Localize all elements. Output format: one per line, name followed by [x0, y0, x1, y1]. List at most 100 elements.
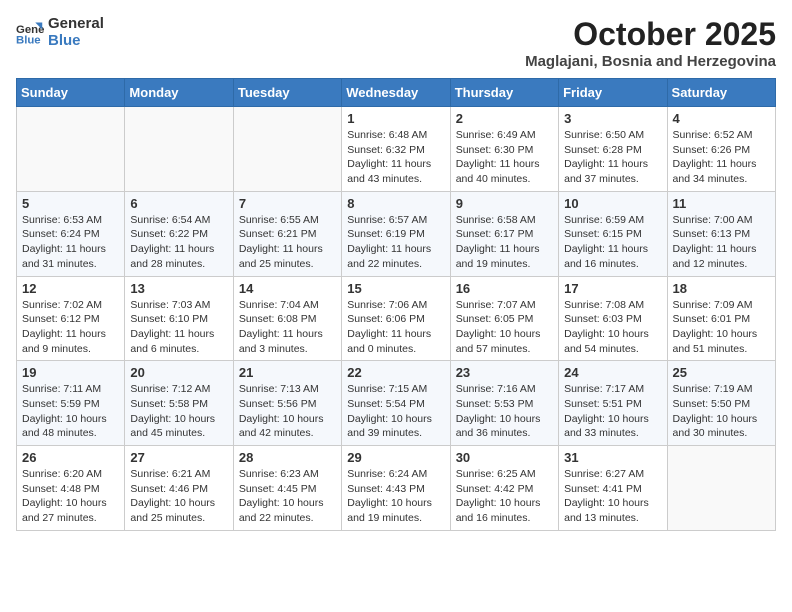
- day-number: 29: [347, 450, 444, 465]
- day-number: 2: [456, 111, 553, 126]
- day-info: Sunrise: 7:08 AM Sunset: 6:03 PM Dayligh…: [564, 298, 661, 357]
- day-number: 16: [456, 281, 553, 296]
- day-info: Sunrise: 7:19 AM Sunset: 5:50 PM Dayligh…: [673, 382, 770, 441]
- day-number: 1: [347, 111, 444, 126]
- calendar-day: 2 Sunrise: 6:49 AM Sunset: 6:30 PM Daylig…: [450, 107, 558, 192]
- day-info: Sunrise: 7:17 AM Sunset: 5:51 PM Dayligh…: [564, 382, 661, 441]
- day-info: Sunrise: 7:06 AM Sunset: 6:06 PM Dayligh…: [347, 298, 444, 357]
- day-info: Sunrise: 6:25 AM Sunset: 4:42 PM Dayligh…: [456, 467, 553, 526]
- calendar-day: 19 Sunrise: 7:11 AM Sunset: 5:59 PM Dayli…: [17, 361, 125, 446]
- weekday-header: Monday: [125, 79, 233, 107]
- calendar-day: 15 Sunrise: 7:06 AM Sunset: 6:06 PM Dayli…: [342, 276, 450, 361]
- svg-text:Blue: Blue: [16, 34, 41, 46]
- day-number: 27: [130, 450, 227, 465]
- day-info: Sunrise: 6:49 AM Sunset: 6:30 PM Dayligh…: [456, 128, 553, 187]
- calendar-day: 5 Sunrise: 6:53 AM Sunset: 6:24 PM Daylig…: [17, 191, 125, 276]
- day-number: 6: [130, 196, 227, 211]
- day-info: Sunrise: 6:58 AM Sunset: 6:17 PM Dayligh…: [456, 213, 553, 272]
- day-number: 9: [456, 196, 553, 211]
- day-info: Sunrise: 6:21 AM Sunset: 4:46 PM Dayligh…: [130, 467, 227, 526]
- day-number: 17: [564, 281, 661, 296]
- location: Maglajani, Bosnia and Herzegovina: [525, 53, 776, 70]
- day-number: 31: [564, 450, 661, 465]
- calendar-day: 7Sunrise: 6:55 AM Sunset: 6:21 PM Daylig…: [233, 191, 341, 276]
- calendar-header-row: SundayMondayTuesdayWednesdayThursdayFrid…: [17, 79, 776, 107]
- day-info: Sunrise: 6:50 AM Sunset: 6:28 PM Dayligh…: [564, 128, 661, 187]
- day-number: 24: [564, 365, 661, 380]
- calendar-day: 26 Sunrise: 6:20 AM Sunset: 4:48 PM Dayli…: [17, 446, 125, 531]
- calendar-day: 17 Sunrise: 7:08 AM Sunset: 6:03 PM Dayli…: [559, 276, 667, 361]
- calendar-day: 18 Sunrise: 7:09 AM Sunset: 6:01 PM Dayli…: [667, 276, 775, 361]
- day-info: Sunrise: 7:00 AM Sunset: 6:13 PM Dayligh…: [673, 213, 770, 272]
- day-number: 26: [22, 450, 119, 465]
- day-number: 20: [130, 365, 227, 380]
- day-number: 4: [673, 111, 770, 126]
- day-info: Sunrise: 7:12 AM Sunset: 5:58 PM Dayligh…: [130, 382, 227, 441]
- calendar-day: 29 Sunrise: 6:24 AM Sunset: 4:43 PM Dayli…: [342, 446, 450, 531]
- day-number: 18: [673, 281, 770, 296]
- calendar-day: 12 Sunrise: 7:02 AM Sunset: 6:12 PM Dayli…: [17, 276, 125, 361]
- calendar-week-row: 12 Sunrise: 7:02 AM Sunset: 6:12 PM Dayli…: [17, 276, 776, 361]
- day-number: 19: [22, 365, 119, 380]
- calendar-day: 28Sunrise: 6:23 AM Sunset: 4:45 PM Dayli…: [233, 446, 341, 531]
- day-number: 28: [239, 450, 336, 465]
- calendar-day: 23Sunrise: 7:16 AM Sunset: 5:53 PM Dayli…: [450, 361, 558, 446]
- weekday-header: Sunday: [17, 79, 125, 107]
- calendar-day: 4 Sunrise: 6:52 AM Sunset: 6:26 PM Daylig…: [667, 107, 775, 192]
- logo-icon: General Blue: [16, 19, 44, 47]
- calendar-day: 27 Sunrise: 6:21 AM Sunset: 4:46 PM Dayli…: [125, 446, 233, 531]
- calendar-day: 25 Sunrise: 7:19 AM Sunset: 5:50 PM Dayli…: [667, 361, 775, 446]
- day-info: Sunrise: 6:54 AM Sunset: 6:22 PM Dayligh…: [130, 213, 227, 272]
- calendar-day: 14Sunrise: 7:04 AM Sunset: 6:08 PM Dayli…: [233, 276, 341, 361]
- day-info: Sunrise: 6:20 AM Sunset: 4:48 PM Dayligh…: [22, 467, 119, 526]
- calendar-day: 13Sunrise: 7:03 AM Sunset: 6:10 PM Dayli…: [125, 276, 233, 361]
- day-info: Sunrise: 6:27 AM Sunset: 4:41 PM Dayligh…: [564, 467, 661, 526]
- calendar-day: 10 Sunrise: 6:59 AM Sunset: 6:15 PM Dayli…: [559, 191, 667, 276]
- day-number: 25: [673, 365, 770, 380]
- calendar-week-row: 5 Sunrise: 6:53 AM Sunset: 6:24 PM Daylig…: [17, 191, 776, 276]
- day-number: 8: [347, 196, 444, 211]
- day-info: Sunrise: 7:15 AM Sunset: 5:54 PM Dayligh…: [347, 382, 444, 441]
- weekday-header: Thursday: [450, 79, 558, 107]
- calendar-day: 20 Sunrise: 7:12 AM Sunset: 5:58 PM Dayli…: [125, 361, 233, 446]
- day-number: 5: [22, 196, 119, 211]
- weekday-header: Friday: [559, 79, 667, 107]
- calendar-day: 6 Sunrise: 6:54 AM Sunset: 6:22 PM Daylig…: [125, 191, 233, 276]
- calendar-table: SundayMondayTuesdayWednesdayThursdayFrid…: [16, 78, 776, 531]
- day-info: Sunrise: 6:52 AM Sunset: 6:26 PM Dayligh…: [673, 128, 770, 187]
- calendar-day: 31 Sunrise: 6:27 AM Sunset: 4:41 PM Dayli…: [559, 446, 667, 531]
- day-info: Sunrise: 7:13 AM Sunset: 5:56 PM Dayligh…: [239, 382, 336, 441]
- day-number: 3: [564, 111, 661, 126]
- calendar-day: 8 Sunrise: 6:57 AM Sunset: 6:19 PM Daylig…: [342, 191, 450, 276]
- day-number: 10: [564, 196, 661, 211]
- calendar-empty: [17, 107, 125, 192]
- logo: General Blue General Blue: [16, 16, 104, 49]
- day-number: 12: [22, 281, 119, 296]
- day-info: Sunrise: 7:11 AM Sunset: 5:59 PM Dayligh…: [22, 382, 119, 441]
- day-number: 11: [673, 196, 770, 211]
- day-info: Sunrise: 7:03 AM Sunset: 6:10 PM Dayligh…: [130, 298, 227, 357]
- calendar-week-row: 26 Sunrise: 6:20 AM Sunset: 4:48 PM Dayli…: [17, 446, 776, 531]
- day-info: Sunrise: 7:07 AM Sunset: 6:05 PM Dayligh…: [456, 298, 553, 357]
- page-header: General Blue General Blue October 2025 M…: [16, 16, 776, 70]
- calendar-day: 16 Sunrise: 7:07 AM Sunset: 6:05 PM Dayli…: [450, 276, 558, 361]
- day-info: Sunrise: 6:59 AM Sunset: 6:15 PM Dayligh…: [564, 213, 661, 272]
- day-info: Sunrise: 6:53 AM Sunset: 6:24 PM Dayligh…: [22, 213, 119, 272]
- day-number: 23: [456, 365, 553, 380]
- calendar-day: 22Sunrise: 7:15 AM Sunset: 5:54 PM Dayli…: [342, 361, 450, 446]
- calendar-empty: [125, 107, 233, 192]
- day-info: Sunrise: 6:24 AM Sunset: 4:43 PM Dayligh…: [347, 467, 444, 526]
- day-number: 7: [239, 196, 336, 211]
- calendar-day: 11 Sunrise: 7:00 AM Sunset: 6:13 PM Dayli…: [667, 191, 775, 276]
- day-info: Sunrise: 7:02 AM Sunset: 6:12 PM Dayligh…: [22, 298, 119, 357]
- day-info: Sunrise: 6:57 AM Sunset: 6:19 PM Dayligh…: [347, 213, 444, 272]
- day-info: Sunrise: 6:48 AM Sunset: 6:32 PM Dayligh…: [347, 128, 444, 187]
- logo-text-general: General: [48, 16, 104, 33]
- calendar-day: 3 Sunrise: 6:50 AM Sunset: 6:28 PM Daylig…: [559, 107, 667, 192]
- calendar-empty: [233, 107, 341, 192]
- calendar-week-row: 19 Sunrise: 7:11 AM Sunset: 5:59 PM Dayli…: [17, 361, 776, 446]
- weekday-header: Wednesday: [342, 79, 450, 107]
- day-info: Sunrise: 7:09 AM Sunset: 6:01 PM Dayligh…: [673, 298, 770, 357]
- calendar-day: 30Sunrise: 6:25 AM Sunset: 4:42 PM Dayli…: [450, 446, 558, 531]
- day-number: 15: [347, 281, 444, 296]
